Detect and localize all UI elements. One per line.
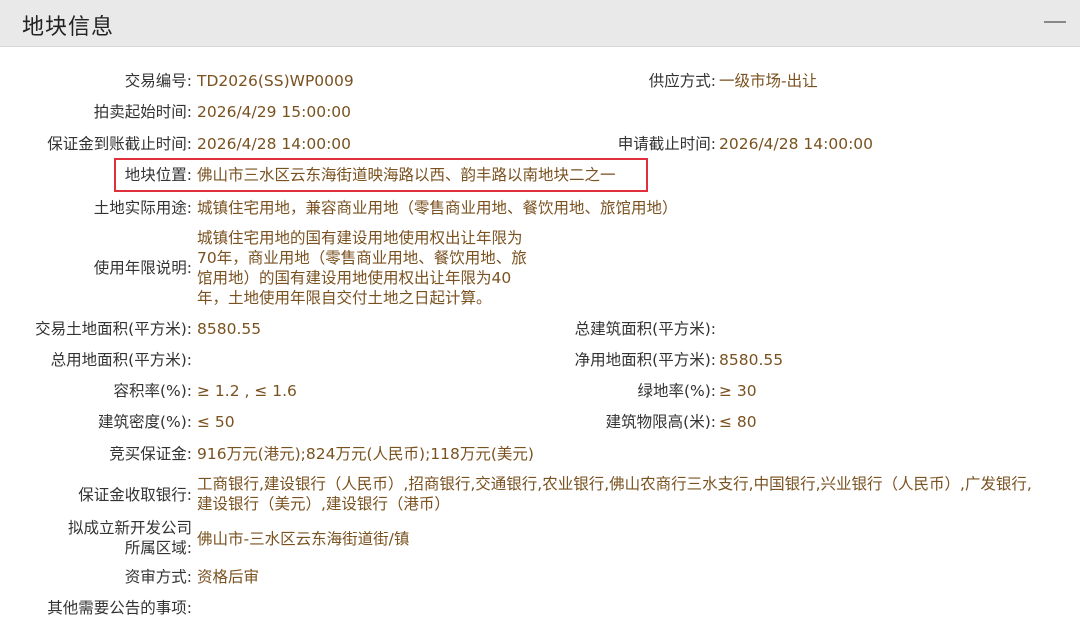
bid-deposit-label: 竞买保证金: — [109, 445, 192, 463]
supply-method-label: 供应方式: — [648, 72, 716, 90]
deposit-deadline-value: 2026/4/28 14:00:00 — [197, 135, 352, 153]
deposit-banks-line: 工商银行,建设银行（人民币）,招商银行,交通银行,农业银行,佛山农商行三水支行,… — [197, 475, 1032, 493]
term-desc-value: 城镇住宅用地的国有建设用地使用权出让年限为 70年，商业用地（零售商业用地、餐饮… — [197, 228, 557, 308]
panel-title: 地块信息 — [22, 15, 115, 40]
review-method-label: 资审方式: — [124, 568, 192, 586]
build-density-label: 建筑密度(%): — [97, 413, 192, 431]
plot-ratio-value: ≥ 1.2 , ≤ 1.6 — [197, 382, 297, 400]
total-build-area-label: 总建筑面积(平方米): — [574, 320, 716, 338]
trade-no-value: TD2026(SS)WP0009 — [197, 72, 354, 90]
auction-start-label: 拍卖起始时间: — [93, 103, 192, 121]
deposit-banks-label: 保证金收取银行: — [78, 486, 192, 504]
location-value: 佛山市三水区云东海街道映海路以西、韵丰路以南地块二之一 — [197, 166, 616, 184]
apply-deadline-value: 2026/4/28 14:00:00 — [719, 135, 874, 153]
term-desc-line: 年，土地使用年限自交付土地之日起计算。 — [197, 289, 492, 307]
new-company-area-value: 佛山市-三水区云东海街道街/镇 — [197, 530, 410, 548]
minus-icon[interactable] — [1044, 21, 1066, 23]
term-desc-label: 使用年限说明: — [93, 259, 192, 277]
plot-ratio-label: 容积率(%): — [113, 382, 192, 400]
term-desc-line: 馆用地）的国有建设用地使用权出让年限为40 — [197, 269, 512, 287]
term-desc-line: 城镇住宅用地的国有建设用地使用权出让年限为 — [197, 229, 523, 247]
supply-method-value: 一级市场-出让 — [719, 72, 818, 90]
deposit-banks-line: 建设银行（美元）,建设银行（港币） — [197, 495, 450, 513]
trade-area-label: 交易土地面积(平方米): — [35, 320, 192, 338]
new-company-area-label-line: 所属区域: — [124, 539, 192, 557]
new-company-area-label-line: 拟成立新开发公司 — [67, 519, 192, 537]
term-desc-line: 70年，商业用地（零售商业用地、餐饮用地、旅 — [197, 249, 527, 267]
auction-start-value: 2026/4/29 15:00:00 — [197, 103, 352, 121]
deposit-deadline-label: 保证金到账截止时间: — [47, 135, 192, 153]
net-land-area-label: 净用地面积(平方米): — [574, 351, 716, 369]
deposit-banks-value: 工商银行,建设银行（人民币）,招商银行,交通银行,农业银行,佛山农商行三水支行,… — [197, 474, 1077, 514]
actual-use-value: 城镇住宅用地，兼容商业用地（零售商业用地、餐饮用地、旅馆用地） — [197, 199, 678, 217]
build-density-value: ≤ 50 — [197, 413, 235, 431]
trade-area-value: 8580.55 — [197, 320, 262, 338]
green-ratio-value: ≥ 30 — [719, 382, 757, 400]
trade-no-label: 交易编号: — [124, 72, 192, 90]
panel-header: 地块信息 — [0, 0, 1080, 47]
new-company-area-label: 拟成立新开发公司 所属区域: — [0, 518, 192, 558]
bid-deposit-value: 916万元(港元);824万元(人民币);118万元(美元) — [197, 445, 534, 463]
actual-use-label: 土地实际用途: — [93, 199, 192, 217]
height-limit-label: 建筑物限高(米): — [605, 413, 716, 431]
net-land-area-value: 8580.55 — [719, 351, 784, 369]
green-ratio-label: 绿地率(%): — [637, 382, 716, 400]
height-limit-value: ≤ 80 — [719, 413, 757, 431]
review-method-value: 资格后审 — [197, 568, 260, 586]
location-label: 地块位置: — [124, 166, 192, 184]
total-land-area-label: 总用地面积(平方米): — [50, 351, 192, 369]
apply-deadline-label: 申请截止时间: — [617, 135, 716, 153]
other-notes-label: 其他需要公告的事项: — [47, 599, 192, 617]
